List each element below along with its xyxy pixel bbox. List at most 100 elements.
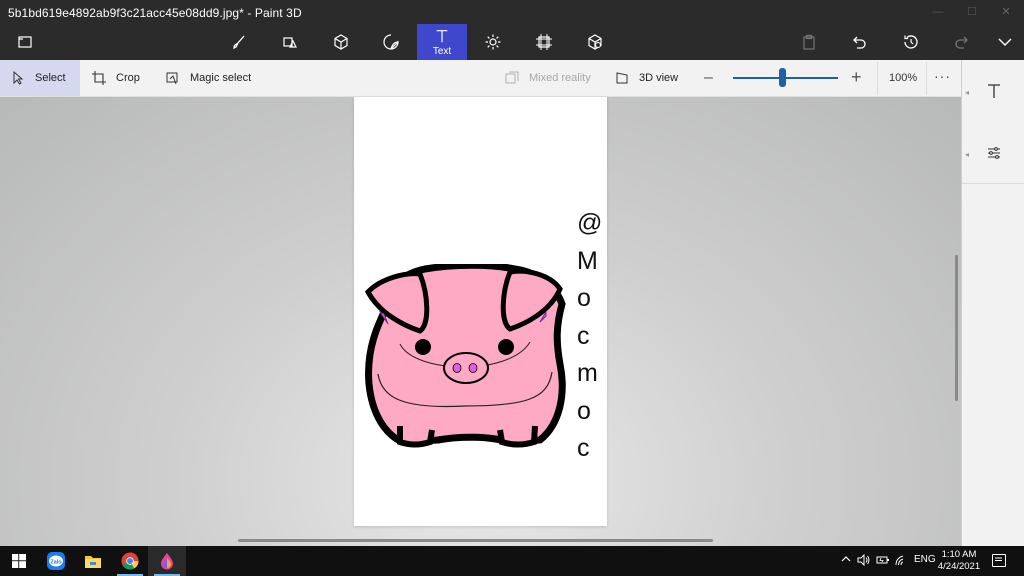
- magic-select-label: Magic select: [190, 72, 252, 84]
- pig-illustration: [364, 264, 566, 448]
- text-options-bar: Select Crop Magic select Mixed reality 3…: [0, 60, 962, 97]
- undo-icon: [853, 36, 866, 49]
- side-panel: ◂ ◂: [961, 60, 1024, 546]
- taskbar-app-paint3d[interactable]: [148, 546, 186, 576]
- minimize-button[interactable]: —: [921, 0, 955, 24]
- magic-select-icon: [166, 72, 178, 85]
- notification-icon: [995, 557, 1002, 561]
- crop-icon: [92, 71, 106, 85]
- expand-toolbar-button[interactable]: [980, 24, 1024, 60]
- windows-start-icon: [12, 554, 26, 568]
- show-hidden-icons-button[interactable]: [841, 554, 851, 567]
- menu-button[interactable]: [0, 24, 50, 60]
- caret-left-icon: ◂: [965, 150, 970, 159]
- select-button[interactable]: Select: [0, 60, 80, 96]
- 2d-shapes-tool[interactable]: [265, 24, 315, 60]
- clock[interactable]: 1:10 AM 4/24/2021: [934, 549, 984, 573]
- history-button[interactable]: [886, 24, 936, 60]
- mixed-reality-label: Mixed reality: [529, 72, 591, 84]
- paste-icon: [803, 34, 815, 50]
- sticker-icon: [383, 34, 399, 50]
- zoom-slider-thumb[interactable]: [778, 68, 786, 87]
- workspace: @ M o c m o c: [0, 97, 961, 546]
- brushes-tool[interactable]: [214, 24, 264, 60]
- language-indicator[interactable]: ENG: [914, 554, 936, 565]
- taskbar-app-zalo[interactable]: Zalo: [37, 546, 75, 576]
- select-label: Select: [35, 72, 66, 84]
- volume-button[interactable]: [857, 553, 871, 569]
- zoom-out-button[interactable]: –: [704, 70, 718, 86]
- 3d-library-tool[interactable]: [570, 24, 620, 60]
- network-button[interactable]: [895, 554, 909, 569]
- title-bar: 5b1bd619e4892ab9f3c21acc45e08dd9.jpg* - …: [0, 0, 1024, 24]
- chrome-icon: [121, 552, 139, 570]
- magic-select-button[interactable]: Magic select: [166, 60, 251, 96]
- start-button[interactable]: [0, 546, 38, 576]
- 3d-view-label: 3D view: [639, 72, 679, 84]
- text-tool-icon: [987, 84, 1000, 98]
- drawing-canvas[interactable]: @ M o c m o c: [354, 97, 607, 526]
- stickers-tool[interactable]: [366, 24, 416, 60]
- divider: [926, 62, 927, 95]
- taskbar-app-chrome[interactable]: [111, 546, 149, 576]
- 2d-shapes-icon: [283, 37, 297, 48]
- notification-center-button[interactable]: [992, 554, 1006, 567]
- vertical-scrollbar[interactable]: [955, 255, 958, 401]
- redo-icon: [955, 36, 968, 49]
- paint3d-icon: [161, 553, 173, 570]
- text-char: @: [577, 209, 603, 237]
- crop-label: Crop: [116, 72, 140, 84]
- canvas-tool[interactable]: [519, 24, 569, 60]
- text-char: m: [577, 359, 598, 387]
- folder-open-icon: [18, 36, 32, 48]
- brush-icon: [233, 35, 245, 50]
- divider: [877, 62, 878, 95]
- text-panel-button[interactable]: ◂: [962, 60, 1024, 122]
- text-char: c: [577, 321, 590, 350]
- vertical-text-box[interactable]: @ M o c m o c: [577, 205, 607, 468]
- settings-sliders-icon: [987, 147, 1000, 159]
- canvas-crop-icon: [536, 34, 552, 50]
- text-tool[interactable]: Text: [417, 24, 467, 60]
- text-icon: [436, 29, 448, 42]
- file-explorer-icon: [85, 556, 101, 568]
- effects-tool[interactable]: [468, 24, 518, 60]
- more-options-button[interactable]: ···: [934, 68, 951, 84]
- sun-icon: [485, 34, 501, 50]
- battery-button[interactable]: [876, 554, 890, 569]
- text-tool-label: Text: [432, 45, 452, 57]
- paste-button[interactable]: [784, 24, 834, 60]
- 3d-cube-icon: [334, 34, 348, 50]
- text-char: c: [577, 434, 590, 462]
- clock-time: 1:10 AM: [941, 549, 977, 560]
- crop-button[interactable]: Crop: [92, 60, 140, 96]
- main-toolbar: Text: [0, 24, 1024, 60]
- text-char: o: [577, 284, 591, 312]
- caret-left-icon: ◂: [965, 88, 970, 97]
- text-char: o: [577, 396, 591, 425]
- mixed-reality-icon: [505, 71, 519, 84]
- text-char: M: [577, 246, 598, 275]
- taskbar-app-file-explorer[interactable]: [74, 546, 112, 576]
- zalo-icon: Zalo: [47, 552, 65, 570]
- maximize-button[interactable]: ☐: [955, 0, 989, 24]
- cursor-arrow-icon: [13, 71, 24, 85]
- 3d-view-icon: [616, 72, 628, 84]
- chevron-down-icon: [998, 38, 1012, 46]
- mixed-reality-button[interactable]: Mixed reality: [505, 60, 591, 96]
- box-icon: [588, 34, 602, 50]
- chevron-up-icon: [841, 556, 851, 562]
- horizontal-scrollbar[interactable]: [238, 539, 713, 542]
- 3d-shapes-tool[interactable]: [316, 24, 366, 60]
- 3d-view-button[interactable]: 3D view: [615, 60, 678, 96]
- taskbar: Zalo ENG 1:10 AM 4/24/2021: [0, 546, 1024, 576]
- window-title: 5b1bd619e4892ab9f3c21acc45e08dd9.jpg* - …: [8, 6, 302, 20]
- history-icon: [904, 35, 918, 49]
- zoom-in-button[interactable]: +: [851, 68, 862, 86]
- close-button[interactable]: ✕: [989, 0, 1023, 24]
- speaker-icon: [857, 553, 870, 567]
- adjustments-panel-button[interactable]: ◂: [962, 122, 1024, 184]
- undo-button[interactable]: [834, 24, 884, 60]
- clock-date: 4/24/2021: [937, 561, 981, 572]
- battery-icon: [876, 556, 889, 564]
